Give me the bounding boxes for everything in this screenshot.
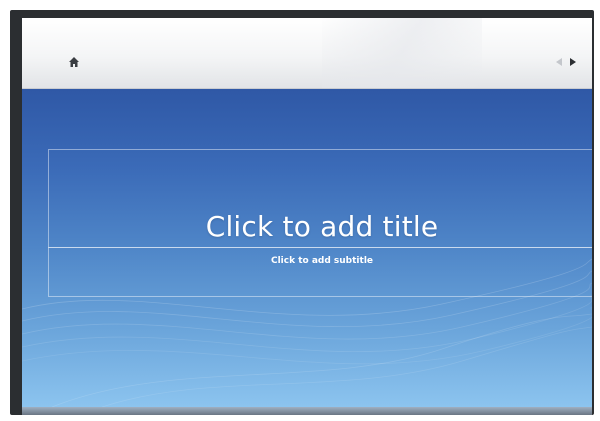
- slide-subtitle-placeholder[interactable]: Click to add subtitle: [49, 256, 592, 266]
- header-sheen: [322, 18, 482, 88]
- slide-bottom-edge: [22, 407, 592, 415]
- next-icon[interactable]: [568, 57, 578, 67]
- slide-title-placeholder[interactable]: Click to add title: [49, 210, 592, 243]
- slide-navigation: [554, 57, 578, 67]
- slide-canvas: Click to add title Click to add subtitle: [22, 89, 592, 407]
- title-placeholder-box[interactable]: Click to add title: [48, 149, 592, 248]
- subtitle-placeholder-box[interactable]: Click to add subtitle: [48, 247, 592, 297]
- presentation-window: Click to add title Click to add subtitle: [10, 10, 594, 415]
- slide-header-bar: [22, 18, 592, 89]
- previous-icon[interactable]: [554, 57, 564, 67]
- home-icon[interactable]: [68, 56, 80, 68]
